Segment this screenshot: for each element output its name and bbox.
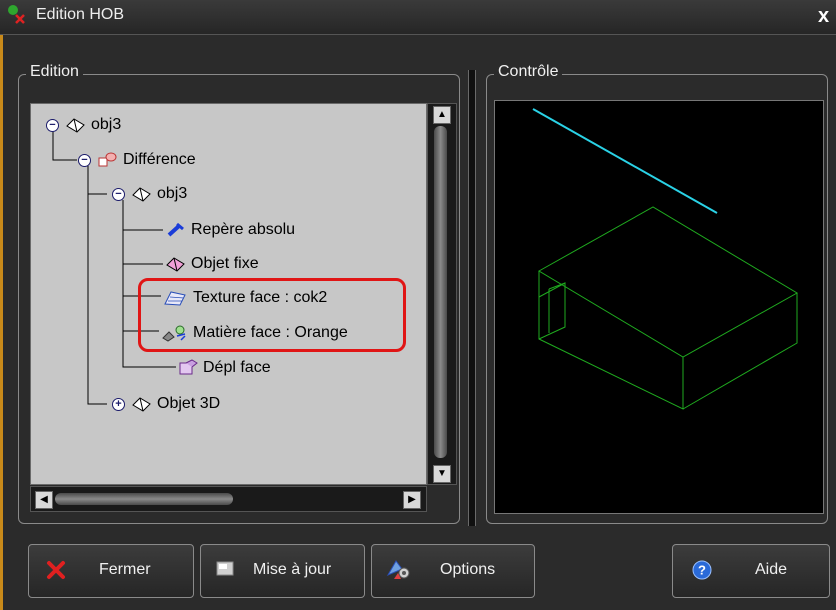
displacement-icon [179,359,198,375]
tree-node-label: obj3 [91,116,122,133]
window-left-accent [0,0,3,610]
help-icon: ? [692,560,712,580]
tree-vertical-scrollbar[interactable]: ▲ ▼ [427,103,457,485]
update-icon [216,561,234,576]
tree-horizontal-scrollbar[interactable]: ◀ ▶ [30,486,427,512]
tree-node-label: obj3 [157,185,188,202]
axis-marker-icon [167,222,184,237]
wireframe-preview [532,108,798,410]
tree-node-objet-3d[interactable]: Objet 3D [131,393,220,415]
app-icon [8,5,25,24]
highlight-annotation [138,278,406,352]
scroll-right-arrow-icon[interactable]: ▶ [403,491,421,509]
tree-node-obj3-root[interactable]: obj3 [65,114,121,136]
window-title: Edition HOB [36,6,125,23]
collapse-toggle[interactable]: − [78,154,91,167]
fermer-label: Fermer [99,561,151,578]
object-3d-icon [132,397,151,412]
tree-node-label: Repère absolu [191,221,296,238]
fermer-button[interactable]: Fermer [28,544,194,598]
close-icon [47,561,65,579]
edition-group-title: Edition [26,63,83,81]
difference-icon [98,152,117,167]
wireframe-axis-line [532,108,718,214]
tree-node-objet-fixe[interactable]: Objet fixe [165,253,259,275]
tree-node-depl-face[interactable]: Dépl face [177,357,271,379]
tree-node-difference[interactable]: Différence [97,149,196,171]
close-window-button[interactable]: x [818,4,836,28]
scroll-up-arrow-icon[interactable]: ▲ [433,106,451,124]
tree-node-repere-absolu[interactable]: Repère absolu [165,219,295,241]
expand-toggle[interactable]: + [112,398,125,411]
collapse-toggle[interactable]: − [46,119,59,132]
pane-splitter[interactable] [468,70,476,526]
mise-a-jour-label: Mise à jour [253,561,332,578]
options-icon [386,560,410,579]
collapse-toggle[interactable]: − [112,188,125,201]
tree-node-label: Dépl face [203,359,271,376]
controle-group-title: Contrôle [494,63,563,81]
tree-node-label: Objet 3D [157,395,221,412]
vertical-scroll-thumb[interactable] [434,126,447,458]
wireframe-box [538,206,798,410]
aide-button[interactable]: ? Aide [672,544,830,598]
tree-node-label: Objet fixe [191,255,259,272]
horizontal-scroll-thumb[interactable] [55,493,233,505]
aide-label: Aide [755,561,788,578]
options-label: Options [440,561,496,578]
tree-node-label: Différence [123,151,196,168]
solid-object-icon [132,187,151,202]
fixed-object-icon [166,257,185,272]
3d-preview-viewport[interactable] [494,100,824,514]
solid-object-icon [66,118,85,133]
options-button[interactable]: Options [371,544,535,598]
scroll-down-arrow-icon[interactable]: ▼ [433,465,451,483]
svg-text:?: ? [698,563,706,578]
mise-a-jour-button[interactable]: Mise à jour [200,544,365,598]
tree-node-obj3-child[interactable]: obj3 [131,183,187,205]
scroll-left-arrow-icon[interactable]: ◀ [35,491,53,509]
title-bar[interactable]: Edition HOB x [0,0,836,35]
